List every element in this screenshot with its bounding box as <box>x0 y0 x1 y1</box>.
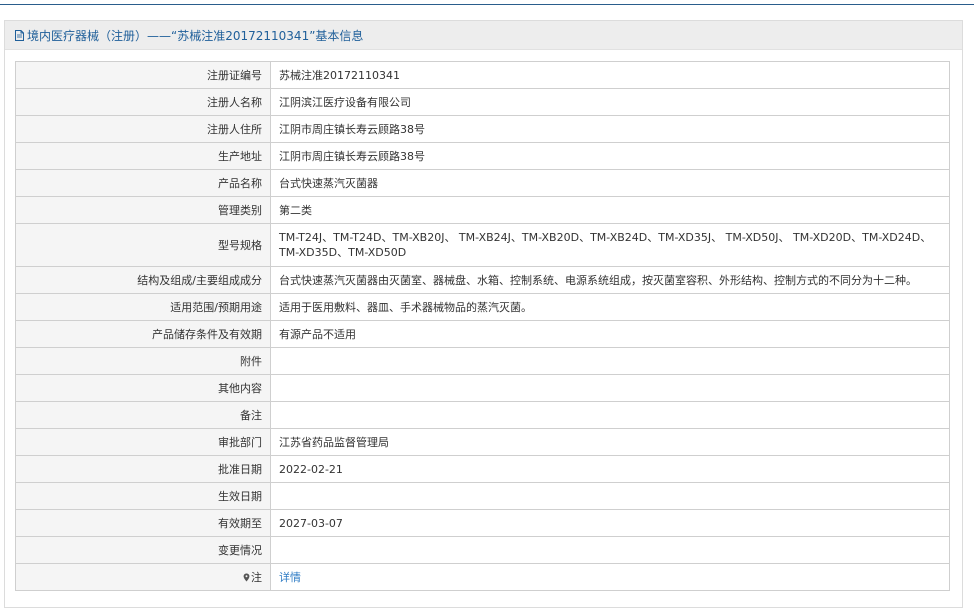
table-row: 产品名称 台式快速蒸汽灭菌器 <box>15 169 950 197</box>
field-value: 2027-03-07 <box>270 509 950 537</box>
field-value: 第二类 <box>270 196 950 224</box>
field-label: 附件 <box>15 347 271 375</box>
field-value <box>270 401 950 429</box>
field-label: 注册人住所 <box>15 115 271 143</box>
note-value-cell: 详情 <box>270 563 950 591</box>
field-label: 适用范围/预期用途 <box>15 293 271 321</box>
table-row: 变更情况 <box>15 536 950 564</box>
table-row: 注册人住所 江阴市周庄镇长寿云顾路38号 <box>15 115 950 143</box>
field-label: 其他内容 <box>15 374 271 402</box>
basic-info-table: 注册证编号 苏械注准20172110341 注册人名称 江阴滨江医疗设备有限公司 注册人… <box>15 61 950 591</box>
field-value: 2022-02-21 <box>270 455 950 483</box>
field-value <box>270 536 950 564</box>
field-label: 产品储存条件及有效期 <box>15 320 271 348</box>
table-row: 注册人名称 江阴滨江医疗设备有限公司 <box>15 88 950 116</box>
field-value: 有源产品不适用 <box>270 320 950 348</box>
field-value <box>270 374 950 402</box>
field-label: 生产地址 <box>15 142 271 170</box>
table-row: 注册证编号 苏械注准20172110341 <box>15 61 950 89</box>
field-value: 江阴市周庄镇长寿云顾路38号 <box>270 115 950 143</box>
table-row: 备注 <box>15 401 950 429</box>
table-row: 其他内容 <box>15 374 950 402</box>
page-title: 境内医疗器械（注册）——“苏械注准20172110341”基本信息 <box>27 28 364 43</box>
top-divider <box>0 4 974 5</box>
table-row: 审批部门 江苏省药品监督管理局 <box>15 428 950 456</box>
table-row: 附件 <box>15 347 950 375</box>
field-label: 产品名称 <box>15 169 271 197</box>
table-row: 有效期至 2027-03-07 <box>15 509 950 537</box>
field-value: 台式快速蒸汽灭菌器由灭菌室、器械盘、水箱、控制系统、电源系统组成，按灭菌室容积、… <box>270 266 950 294</box>
table-row: 型号规格 TM-T24J、TM-T24D、TM-XB20J、 TM-XB24J、T… <box>15 223 950 267</box>
field-value: 适用于医用敷料、器皿、手术器械物品的蒸汽灭菌。 <box>270 293 950 321</box>
field-value: 台式快速蒸汽灭菌器 <box>270 169 950 197</box>
note-label: 注 <box>251 570 262 584</box>
document-icon <box>15 29 24 41</box>
note-label-cell: 注 <box>15 563 271 591</box>
field-label: 注册人名称 <box>15 88 271 116</box>
field-value: TM-T24J、TM-T24D、TM-XB20J、 TM-XB24J、TM-XB… <box>270 223 950 267</box>
field-value: 江阴市周庄镇长寿云顾路38号 <box>270 142 950 170</box>
table-row: 生产地址 江阴市周庄镇长寿云顾路38号 <box>15 142 950 170</box>
table-row: 管理类别 第二类 <box>15 196 950 224</box>
field-label: 变更情况 <box>15 536 271 564</box>
field-label: 注册证编号 <box>15 61 271 89</box>
table-row-note: 注 详情 <box>15 563 950 591</box>
field-label: 结构及组成/主要组成成分 <box>15 266 271 294</box>
table-row: 产品储存条件及有效期 有源产品不适用 <box>15 320 950 348</box>
field-label: 审批部门 <box>15 428 271 456</box>
table-row: 生效日期 <box>15 482 950 510</box>
panel-header: 境内医疗器械（注册）——“苏械注准20172110341”基本信息 <box>5 21 962 50</box>
field-value <box>270 347 950 375</box>
table-row: 适用范围/预期用途 适用于医用敷料、器皿、手术器械物品的蒸汽灭菌。 <box>15 293 950 321</box>
field-value: 江苏省药品监督管理局 <box>270 428 950 456</box>
field-label: 批准日期 <box>15 455 271 483</box>
field-value: 江阴滨江医疗设备有限公司 <box>270 88 950 116</box>
field-label: 有效期至 <box>15 509 271 537</box>
field-label: 备注 <box>15 401 271 429</box>
table-row: 结构及组成/主要组成成分 台式快速蒸汽灭菌器由灭菌室、器械盘、水箱、控制系统、电源… <box>15 266 950 294</box>
field-label: 管理类别 <box>15 196 271 224</box>
info-panel: 境内医疗器械（注册）——“苏械注准20172110341”基本信息 注册证编号苏… <box>4 20 963 608</box>
field-label: 生效日期 <box>15 482 271 510</box>
detail-link[interactable]: 详情 <box>279 571 301 584</box>
table-row: 批准日期 2022-02-21 <box>15 455 950 483</box>
pin-icon <box>243 573 250 582</box>
field-label: 型号规格 <box>15 223 271 267</box>
field-value: 苏械注准20172110341 <box>270 61 950 89</box>
field-value <box>270 482 950 510</box>
